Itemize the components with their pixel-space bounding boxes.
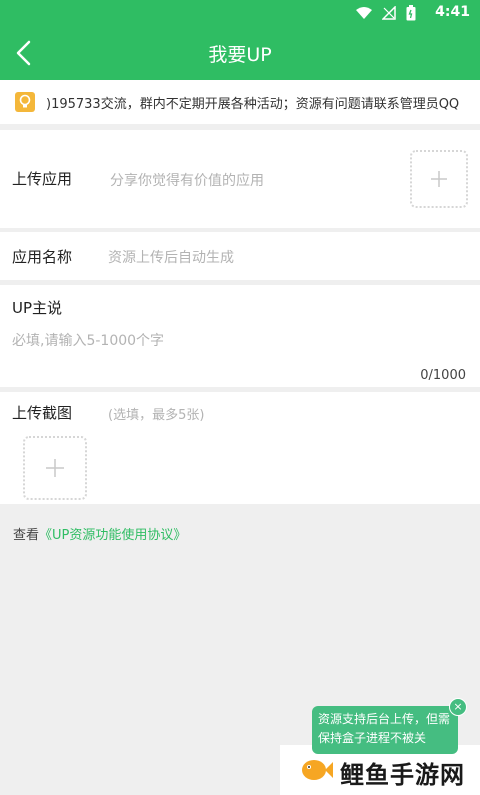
up-says-label: UP主说 <box>12 299 63 317</box>
screenshots-label: 上传截图 <box>12 404 73 422</box>
signal-icon <box>382 6 396 20</box>
app-bar: 我要UP <box>0 26 480 80</box>
char-counter: 0/1000 <box>420 368 466 383</box>
app-name-label: 应用名称 <box>12 248 73 266</box>
fish-logo-icon <box>302 760 333 780</box>
page-title: 我要UP <box>208 44 272 66</box>
lightbulb-icon <box>15 92 35 112</box>
up-says-input[interactable]: 必填,请输入5-1000个字 <box>12 330 164 350</box>
up-says-section: UP主说 必填,请输入5-1000个字 0/1000 <box>0 285 480 387</box>
notice-text: )195733交流，群内不定期开展各种活动；资源有问题请联系管理员QQ <box>46 97 460 112</box>
app-name-field[interactable]: 资源上传后自动生成 <box>108 247 234 267</box>
watermark-brand: 鲤鱼手游网 <box>340 761 465 789</box>
plus-icon <box>46 459 64 477</box>
wifi-icon <box>356 7 372 19</box>
upload-app-section: 上传应用 分享你觉得有价值的应用 <box>0 130 480 228</box>
upload-app-hint: 分享你觉得有价值的应用 <box>110 173 264 189</box>
toast-close-button[interactable]: × <box>449 698 467 716</box>
notice-banner: )195733交流，群内不定期开展各种活动；资源有问题请联系管理员QQ <box>0 80 480 124</box>
toast-text: 资源支持后台上传，但需保持盒子进程不被关 <box>318 712 451 745</box>
agreement-link[interactable]: 《UP资源功能使用协议》 <box>39 528 186 543</box>
add-screenshot-button[interactable] <box>23 436 87 500</box>
upload-app-label: 上传应用 <box>12 170 73 188</box>
status-time: 4:41 <box>435 4 470 20</box>
screenshots-hint: (选填，最多5张) <box>108 408 205 423</box>
close-icon: × <box>453 700 463 713</box>
status-icons <box>356 5 416 21</box>
battery-icon <box>406 5 416 21</box>
screenshots-section: 上传截图 (选填，最多5张) <box>0 392 480 504</box>
status-bar: 4:41 <box>0 0 480 26</box>
plus-icon <box>431 171 447 187</box>
upload-app-add-button[interactable] <box>410 150 468 208</box>
agreement-prefix: 查看 <box>13 528 40 543</box>
upload-toast: 资源支持后台上传，但需保持盒子进程不被关 <box>312 706 458 754</box>
agreement-line: 查看《UP资源功能使用协议》 <box>13 524 186 543</box>
app-name-section: 应用名称 资源上传后自动生成 <box>0 232 480 280</box>
